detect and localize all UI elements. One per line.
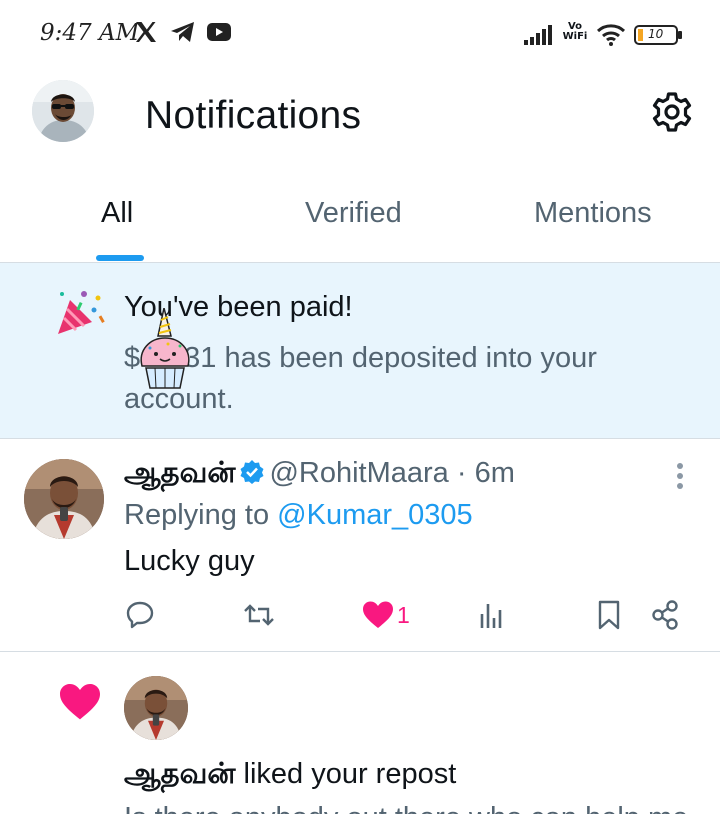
reply-header: ஆதவன் @RohitMaara · 6m — [124, 457, 515, 493]
profile-avatar[interactable] — [32, 80, 94, 142]
tab-all[interactable]: All — [101, 197, 133, 230]
analytics-icon — [480, 604, 502, 628]
reply-notification[interactable]: ஆதவன் @RohitMaara · 6m Replying to @Kumar… — [0, 439, 720, 652]
tab-verified[interactable]: Verified — [305, 197, 402, 230]
reply-author-name[interactable]: ஆதவன் — [124, 457, 235, 489]
reply-author-avatar[interactable] — [24, 459, 104, 539]
cupcake-unicorn-icon — [138, 307, 192, 394]
heart-icon — [58, 682, 102, 726]
more-options-icon[interactable] — [668, 461, 692, 495]
repost-button[interactable] — [242, 599, 276, 631]
status-time: 9:47 AM — [40, 20, 140, 46]
gear-icon[interactable] — [650, 90, 694, 138]
replying-to: Replying to @Kumar_0305 — [124, 499, 473, 532]
battery-level: 10 — [648, 27, 664, 41]
like-action: liked your repost — [243, 758, 457, 790]
payment-notification[interactable]: You've been paid! $31 has been deposited… — [0, 263, 720, 439]
reply-text: Lucky guy — [124, 545, 255, 577]
reply-time: 6m — [474, 457, 515, 489]
tab-mentions[interactable]: Mentions — [534, 197, 652, 230]
payment-body: $31 has been deposited into your account… — [124, 338, 684, 420]
reply-button[interactable] — [124, 599, 156, 631]
share-icon — [652, 600, 678, 630]
comment-icon — [126, 601, 154, 629]
replying-handle-link[interactable]: @Kumar_0305 — [277, 499, 473, 531]
bookmark-icon — [598, 600, 620, 630]
repost-icon — [244, 604, 274, 626]
status-bar: 9:47 AM Vo WiFi 10 — [0, 0, 720, 70]
replying-label: Replying to — [124, 499, 270, 531]
notification-tabs: All Verified Mentions — [0, 175, 720, 263]
telegram-icon — [170, 20, 196, 48]
like-notification-text: ஆதவன் liked your repost — [124, 758, 456, 794]
bookmark-button[interactable] — [596, 599, 622, 631]
like-notification[interactable]: ஆதவன் liked your repost Is there anybody… — [0, 652, 720, 814]
x-icon — [134, 20, 158, 48]
liked-post-preview: Is there anybody out there who can help … — [124, 802, 694, 814]
views-button[interactable] — [478, 599, 506, 631]
page-title: Notifications — [145, 94, 362, 137]
verified-badge-icon — [239, 459, 265, 493]
wifi-icon — [596, 24, 626, 50]
active-tab-indicator — [96, 255, 144, 261]
vowifi-label: Vo WiFi — [562, 21, 588, 42]
youtube-icon — [206, 20, 232, 48]
reply-author-handle[interactable]: @RohitMaara — [269, 457, 448, 489]
header: Notifications — [0, 70, 720, 165]
share-button[interactable] — [650, 599, 680, 631]
liker-name[interactable]: ஆதவன் — [124, 758, 235, 790]
payment-body-text: 31 has been deposited into your account. — [124, 342, 597, 415]
signal-icon — [524, 24, 554, 50]
heart-filled-icon — [363, 601, 393, 628]
like-button[interactable]: 1 — [362, 599, 410, 631]
like-count: 1 — [397, 601, 410, 628]
meta-separator: · — [448, 457, 475, 489]
liker-avatar[interactable] — [124, 676, 188, 740]
party-popper-icon — [54, 288, 106, 340]
